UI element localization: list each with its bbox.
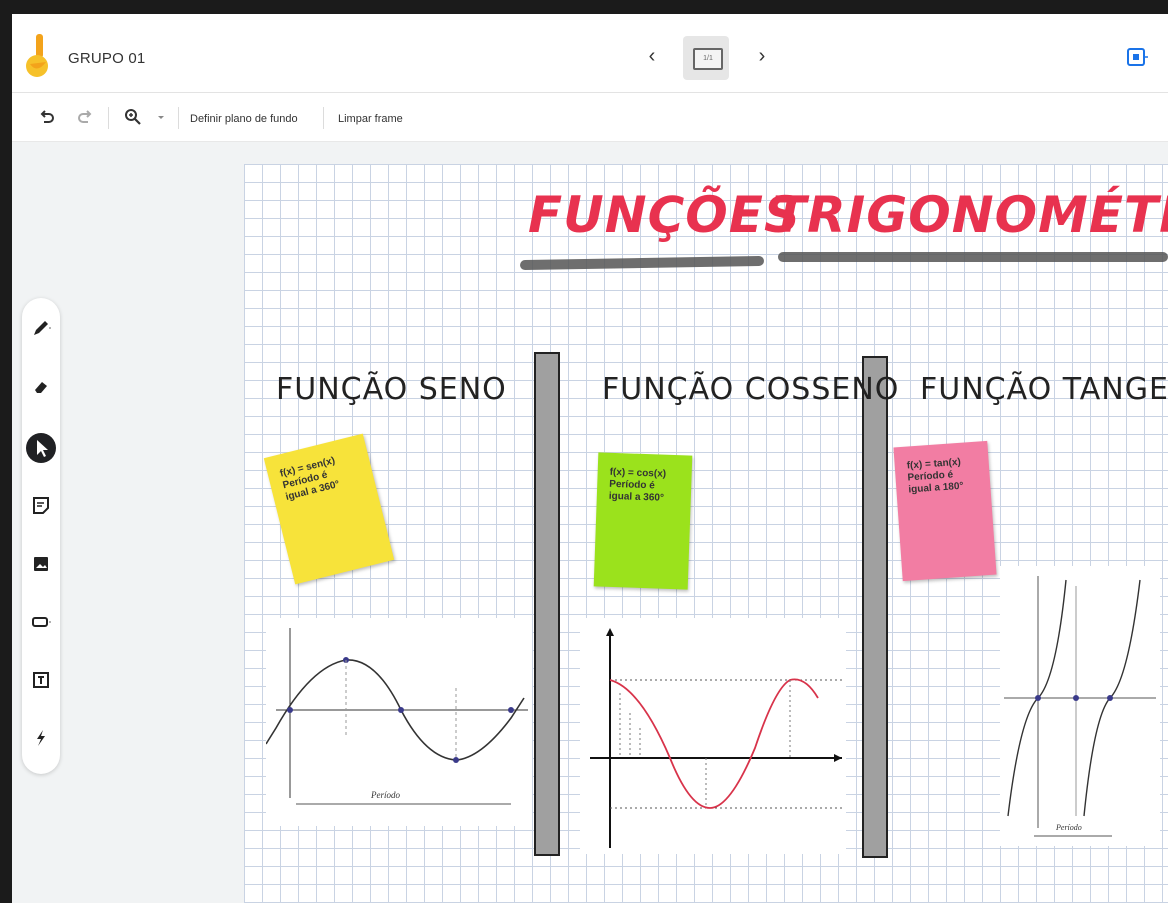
- previous-frame-button[interactable]: ‹: [642, 44, 662, 68]
- section-heading-cosine: FUNÇÃO COSSENO: [602, 372, 900, 407]
- column-divider[interactable]: [534, 352, 560, 856]
- laser-icon[interactable]: [29, 726, 53, 750]
- board-title-word-2: TRIGONOMÉTRICAS: [772, 186, 1168, 244]
- toolbar-divider: [108, 107, 109, 129]
- select-pointer-icon[interactable]: [25, 432, 57, 464]
- undo-icon[interactable]: [38, 108, 56, 126]
- frame-indicator: 1/1: [693, 48, 723, 70]
- section-heading-sine: FUNÇÃO SENO: [276, 372, 507, 407]
- whiteboard-app: GRUPO 01 ‹ 1/1 › Definir plano de fundo …: [12, 14, 1168, 903]
- board-title-word-1: FUNÇÕES: [528, 186, 801, 244]
- app-logo: [26, 34, 48, 77]
- zoom-icon[interactable]: [124, 108, 142, 126]
- chevron-down-icon[interactable]: [152, 108, 170, 126]
- tangent-graph-image[interactable]: Período: [1000, 566, 1160, 846]
- cosine-graph-image[interactable]: [580, 618, 846, 854]
- title-underline: [519, 255, 765, 271]
- sticky-note-tangent[interactable]: f(x) = tan(x) Período é igual a 180°: [893, 440, 997, 582]
- shape-icon[interactable]: [29, 610, 53, 634]
- present-icon[interactable]: [1126, 46, 1148, 68]
- redo-icon[interactable]: [76, 108, 94, 126]
- sticky-note-cosine[interactable]: f(x) = cos(x) Período é igual a 360°: [593, 452, 693, 590]
- toolbar-divider: [178, 107, 179, 129]
- top-bar: GRUPO 01 ‹ 1/1 ›: [12, 14, 1168, 93]
- sine-graph-image[interactable]: Período: [266, 618, 532, 826]
- eraser-icon[interactable]: [29, 374, 53, 398]
- board-title[interactable]: GRUPO 01: [68, 50, 145, 67]
- set-background-button[interactable]: Definir plano de fundo: [190, 113, 298, 125]
- graph-caption: Período: [1055, 823, 1082, 832]
- note-line: igual a 360°: [608, 490, 665, 504]
- graph-caption: Período: [370, 790, 400, 800]
- next-frame-button[interactable]: ›: [752, 44, 772, 68]
- title-underline: [778, 252, 1168, 262]
- pen-icon[interactable]: [29, 316, 53, 340]
- edit-toolbar: Definir plano de fundo Limpar frame: [12, 93, 1168, 142]
- text-box-icon[interactable]: [29, 668, 53, 692]
- board-canvas[interactable]: FUNÇÕES TRIGONOMÉTRICAS FUNÇÃO SENO f(x)…: [244, 164, 1168, 903]
- frame-thumbnail[interactable]: 1/1: [683, 36, 729, 80]
- column-divider[interactable]: [862, 356, 888, 858]
- toolbar-divider: [323, 107, 324, 129]
- section-heading-tangent: FUNÇÃO TANGENTE: [920, 372, 1168, 407]
- clear-frame-button[interactable]: Limpar frame: [338, 113, 403, 125]
- image-icon[interactable]: [29, 552, 53, 576]
- tool-palette: [22, 298, 60, 774]
- sticky-note-icon[interactable]: [29, 494, 53, 518]
- sticky-note-sine[interactable]: f(x) = sen(x) Período é igual a 360°: [263, 433, 395, 585]
